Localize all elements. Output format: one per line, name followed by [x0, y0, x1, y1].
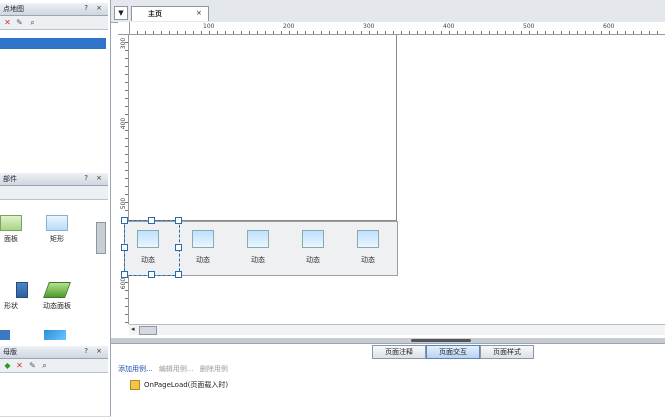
widgets-controls[interactable]: ? ×	[84, 174, 105, 182]
resize-handle[interactable]	[175, 217, 182, 224]
case-actions: 添加用例... 编辑用例... 删除用例	[118, 364, 228, 374]
event-label: OnPageLoad(页面载入时)	[144, 381, 229, 389]
resize-handle[interactable]	[121, 244, 128, 251]
ruler-label: 600	[120, 277, 128, 290]
ruler-label: 200	[283, 23, 295, 30]
dynamic-item[interactable]: 动态	[292, 226, 334, 272]
tab-label: 页面注释	[385, 348, 413, 356]
widget-dynamic-panel[interactable]: 动态面板	[32, 282, 82, 311]
search-icon[interactable]: ⌕	[28, 18, 37, 27]
ruler-label: 400	[120, 117, 128, 130]
widget-label: 动态面板	[43, 302, 71, 310]
masters-header: 母版 ? ×	[0, 346, 108, 359]
horizontal-scrollbar[interactable]: ◂	[129, 324, 665, 335]
widgets-title: 部件	[3, 175, 17, 183]
widgets-scrollbar[interactable]	[96, 222, 106, 254]
event-row[interactable]: OnPageLoad(页面载入时)	[130, 380, 228, 390]
widget-partial-icon[interactable]	[44, 330, 66, 340]
dynamic-item[interactable]: 动态	[182, 226, 224, 272]
dynamic-label: 动态	[306, 256, 320, 264]
widget-shape[interactable]: 形状	[0, 282, 36, 311]
rectangle-icon	[46, 215, 68, 231]
event-icon	[130, 380, 140, 390]
dynamic-panel-icon	[43, 282, 71, 298]
ruler-label: 500	[120, 197, 128, 210]
add-case-link[interactable]: 添加用例...	[118, 365, 153, 373]
sitemap-toolbar: ✕ ✎ ⌕	[0, 16, 108, 30]
resize-handle[interactable]	[148, 271, 155, 278]
scroll-thumb[interactable]	[139, 326, 157, 335]
resize-handle[interactable]	[148, 217, 155, 224]
edit-case-link[interactable]: 编辑用例...	[159, 365, 194, 373]
widgets-toolbar	[0, 186, 108, 200]
delete-page-icon[interactable]: ✕	[3, 18, 12, 27]
widget-label: 矩形	[50, 235, 64, 243]
widget-panel[interactable]: 面板	[0, 215, 36, 244]
tab-label: 页面样式	[493, 348, 521, 356]
delete-case-link[interactable]: 删除用例	[200, 365, 228, 373]
sitemap-title: 点地图	[3, 5, 24, 13]
resize-handle[interactable]	[175, 271, 182, 278]
ruler-label: 500	[523, 23, 535, 30]
scroll-left-icon[interactable]: ◂	[131, 325, 135, 333]
masters-controls[interactable]: ? ×	[84, 347, 105, 355]
tab-label: 页面交互	[439, 348, 467, 356]
dynamic-item[interactable]: 动态	[347, 226, 389, 272]
dynamic-item[interactable]: 动态	[237, 226, 279, 272]
masters-title: 母版	[3, 348, 17, 356]
tab-page-notes[interactable]: 页面注释	[372, 345, 426, 359]
left-panel: 点地图 ? × ✕ ✎ ⌕ 部件 ? × 面板 矩形 形状 动态面板 母版 ? …	[0, 0, 111, 416]
edit-master-icon[interactable]: ✎	[28, 361, 37, 370]
sitemap-header: 点地图 ? ×	[0, 3, 108, 16]
ruler-label: 600	[603, 23, 615, 30]
shape-icon	[16, 282, 28, 298]
image-icon	[192, 230, 214, 248]
dynamic-label: 动态	[361, 256, 375, 264]
sitemap-tree	[0, 49, 108, 169]
ruler-label: 100	[203, 23, 215, 30]
ruler-label: 300	[120, 37, 128, 50]
widget-partial-icon[interactable]	[0, 330, 10, 340]
add-master-icon[interactable]: ◆	[3, 361, 12, 370]
tab-page-interactions[interactable]: 页面交互	[426, 345, 480, 359]
delete-master-icon[interactable]: ✕	[15, 361, 24, 370]
ruler-left: 300 400 500 600	[118, 34, 129, 324]
widgets-header: 部件 ? ×	[0, 173, 108, 186]
tab-page-style[interactable]: 页面样式	[480, 345, 534, 359]
resize-handle[interactable]	[121, 271, 128, 278]
image-icon	[357, 230, 379, 248]
close-icon[interactable]: ×	[196, 9, 202, 17]
widget-label: 形状	[4, 302, 18, 310]
edit-page-icon[interactable]: ✎	[15, 18, 24, 27]
image-icon	[247, 230, 269, 248]
resize-handle[interactable]	[175, 244, 182, 251]
page-boundary	[129, 35, 397, 221]
ruler-label: 300	[363, 23, 375, 30]
splitter-grip[interactable]	[411, 339, 471, 342]
ruler-top: 100 200 300 400 500 600	[129, 22, 665, 35]
tab-label: 主页	[148, 10, 162, 18]
selection-box[interactable]	[124, 220, 180, 276]
dynamic-label: 动态	[196, 256, 210, 264]
widget-rectangle[interactable]: 矩形	[32, 215, 82, 244]
selected-page-row[interactable]	[0, 38, 106, 49]
sitemap-controls[interactable]: ? ×	[84, 4, 105, 12]
ruler-label: 400	[443, 23, 455, 30]
tab-menu-button[interactable]: ▼	[114, 6, 128, 20]
search-icon[interactable]: ⌕	[40, 361, 49, 370]
masters-toolbar: ◆ ✕ ✎ ⌕	[0, 359, 108, 373]
resize-handle[interactable]	[121, 217, 128, 224]
dynamic-label: 动态	[251, 256, 265, 264]
tab-home[interactable]: 主页 ×	[131, 6, 209, 21]
widget-label: 面板	[4, 235, 18, 243]
ruler-corner	[118, 22, 130, 35]
image-icon	[302, 230, 324, 248]
panel-icon	[0, 215, 22, 231]
